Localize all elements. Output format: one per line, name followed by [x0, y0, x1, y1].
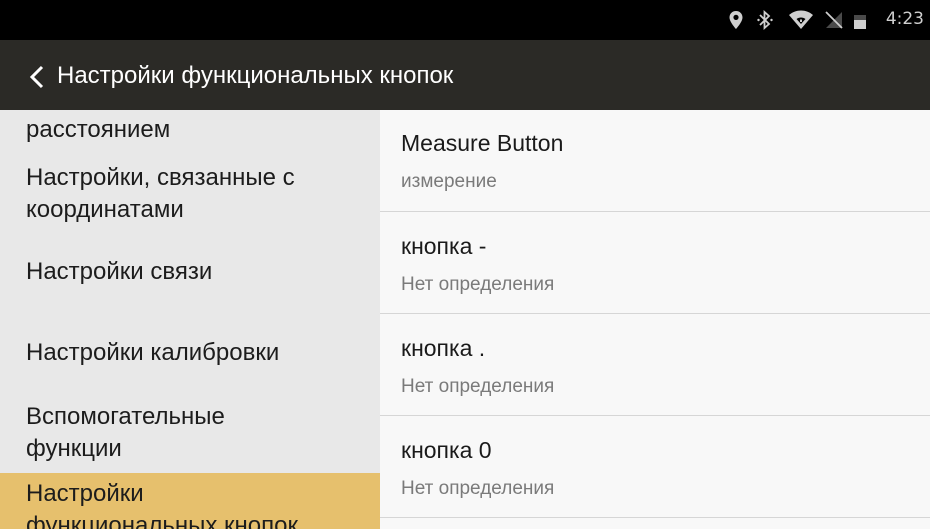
list-item-title: кнопка 0 [401, 437, 492, 463]
battery-icon [854, 15, 866, 29]
list-item-subtitle: Нет определения [401, 376, 555, 397]
wifi-icon [789, 10, 813, 29]
location-icon [729, 11, 743, 29]
category-label: Настройки связи [26, 258, 213, 285]
back-button[interactable] [22, 60, 50, 94]
list-item-title: кнопка . [401, 335, 486, 361]
settings-screen: 4:23 Настройки функциональных кнопок рас… [0, 0, 930, 529]
category-item-coordinates[interactable]: Настройки, связанные с координатами [0, 156, 380, 236]
category-label-line2: функции [26, 435, 122, 462]
category-label-line2: функциональных кнопок [26, 512, 298, 529]
list-item-title: Measure Button [401, 130, 564, 156]
category-label: Настройки калибровки [26, 339, 280, 366]
page-title: Настройки функциональных кнопок [57, 62, 454, 89]
category-item-distance[interactable]: расстоянием [0, 110, 380, 156]
list-item-title: кнопка - [401, 233, 487, 259]
list-item-measure-button[interactable]: Measure Button измерение [380, 110, 930, 212]
list-item-subtitle: Нет определения [401, 274, 555, 295]
status-clock: 4:23 [885, 9, 924, 29]
category-label: расстоянием [26, 116, 171, 143]
category-item-function-buttons[interactable]: Настройки функциональных кнопок [0, 473, 380, 529]
category-label-line2: координатами [26, 196, 184, 223]
list-item-button-dot[interactable]: кнопка . Нет определения [380, 314, 930, 416]
category-sidebar: расстоянием Настройки, связанные с коорд… [0, 110, 380, 529]
category-item-auxiliary[interactable]: Вспомогательные функции [0, 396, 380, 473]
category-label-line1: Настройки, связанные с [26, 164, 295, 191]
list-item-subtitle: измерение [401, 171, 497, 192]
category-item-connection[interactable]: Настройки связи [0, 236, 380, 316]
chevron-left-icon [29, 65, 44, 89]
function-button-list: Measure Button измерение кнопка - Нет оп… [380, 110, 930, 529]
status-bar: 4:23 [0, 0, 930, 40]
category-label-line1: Вспомогательные [26, 403, 225, 430]
category-label-line1: Настройки [26, 480, 144, 507]
toolbar: Настройки функциональных кнопок [0, 40, 930, 110]
bluetooth-icon [757, 10, 773, 30]
list-item-button-zero[interactable]: кнопка 0 Нет определения [380, 416, 930, 518]
category-item-calibration[interactable]: Настройки калибровки [0, 316, 380, 396]
list-item-button-minus[interactable]: кнопка - Нет определения [380, 212, 930, 314]
list-item-subtitle: Нет определения [401, 478, 555, 499]
no-sim-icon [825, 11, 843, 29]
